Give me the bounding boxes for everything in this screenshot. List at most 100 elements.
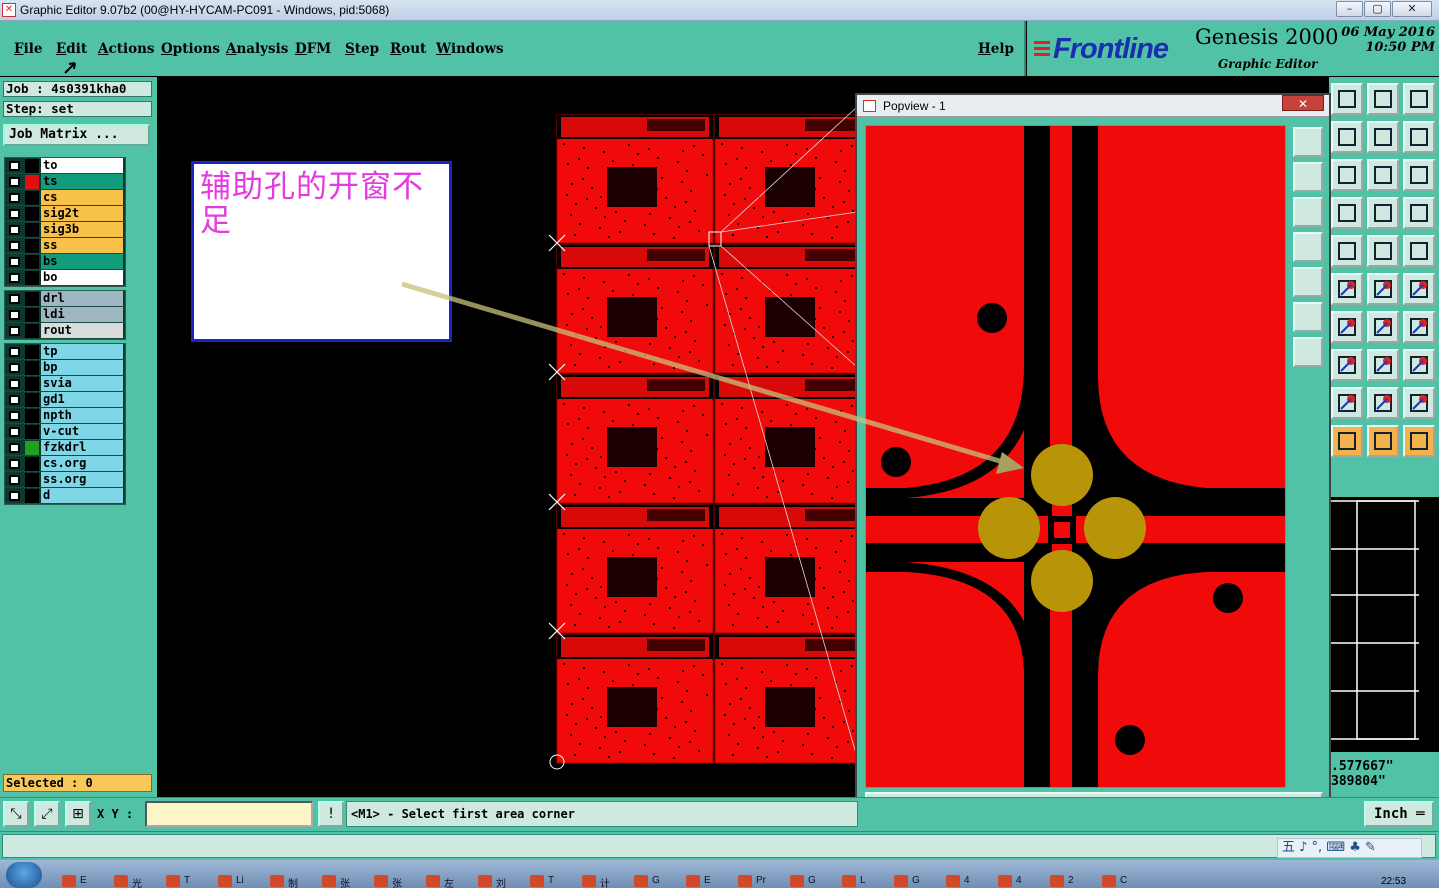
layer-row-rout[interactable]: rout [5,323,125,339]
layer-name[interactable]: npth [41,408,123,423]
popview-close-x-button[interactable]: ✕ [1282,95,1324,111]
popview-fit-button[interactable] [1293,302,1323,332]
arc2-icon[interactable] [1367,387,1399,419]
layer-checkbox[interactable] [9,241,20,251]
menu-file[interactable]: File [14,41,42,57]
ratio-icon[interactable] [1367,159,1399,191]
layer-row-svia[interactable]: svia [5,376,125,392]
menu-options[interactable]: Options [161,41,220,57]
taskbar-item[interactable]: G [788,875,816,888]
layer-row-d[interactable]: d [5,488,125,504]
start-button[interactable] [6,862,42,888]
grid-icon[interactable] [1331,197,1363,229]
pan-icon[interactable] [1331,159,1363,191]
layer-row-v-cut[interactable]: v-cut [5,424,125,440]
taskbar-item[interactable]: G [892,875,920,888]
menu-dfm[interactable]: DFM [295,41,331,57]
layer-name[interactable]: ss [41,238,123,253]
layer-color-swatch[interactable] [25,361,39,375]
layer-checkbox[interactable] [9,427,20,437]
close-window-button[interactable]: ✕ [1392,1,1432,17]
layer-row-npth[interactable]: npth [5,408,125,424]
menu-actions[interactable]: Actions [98,41,155,57]
measure-icon[interactable]: ⤢ [34,801,60,827]
taskbar-item[interactable]: T [164,875,190,888]
taskbar-item[interactable]: 计 [580,875,610,888]
layer-checkbox[interactable] [9,225,20,235]
alert-icon[interactable]: ! [318,801,344,827]
layer-name[interactable]: bs [41,254,123,269]
menu-step[interactable]: Step [345,41,379,57]
layer-row-ss[interactable]: ss [5,238,125,254]
layer-row-tp[interactable]: tp [5,344,125,360]
popview-pan-right-button[interactable] [1293,267,1323,297]
menu-analysis[interactable]: Analysis [226,41,288,57]
layer-name[interactable]: ts [41,174,123,189]
popview-home-button[interactable] [1293,337,1323,367]
popview-zoom-in-button[interactable] [1293,162,1323,192]
maximize-button[interactable]: ▢ [1364,1,1391,17]
select-icon[interactable] [1367,349,1399,381]
taskbar-item[interactable]: C [1100,875,1127,888]
layer-checkbox[interactable] [9,193,20,203]
popview-canvas[interactable] [865,125,1286,788]
snap-color2-icon[interactable] [1403,197,1435,229]
units-selector[interactable]: Inch ═ [1364,801,1434,827]
taskbar-item[interactable]: 张 [320,875,350,888]
layer-name[interactable]: v-cut [41,424,123,439]
layer-color-swatch[interactable] [25,255,39,269]
layer-name[interactable]: tp [41,344,123,359]
layer-checkbox[interactable] [9,257,20,267]
taskbar-item[interactable]: 4 [996,875,1022,888]
layer-checkbox[interactable] [9,379,20,389]
layer-color-swatch[interactable] [25,473,39,487]
layer-name[interactable]: fzkdrl [41,440,123,455]
command-input[interactable] [2,834,1436,858]
xy-input[interactable] [145,801,313,827]
taskbar-item[interactable]: 刘 [476,875,506,888]
layer-checkbox[interactable] [9,273,20,283]
taskbar-item[interactable]: G [632,875,660,888]
layer-name[interactable]: bp [41,360,123,375]
taskbar-item[interactable]: 4 [944,875,970,888]
layer-checkbox[interactable] [9,459,20,469]
layer-color-swatch[interactable] [25,159,39,173]
layer-checkbox[interactable] [9,209,20,219]
taskbar-item[interactable]: 左 [424,875,454,888]
arc-icon[interactable] [1331,387,1363,419]
layer-name[interactable]: d [41,488,123,503]
menu-windows[interactable]: Windows [436,41,504,57]
taskbar-item[interactable]: 2 [1048,875,1074,888]
popview-zoom-out-button[interactable] [1293,197,1323,227]
layout-icon[interactable] [1403,83,1435,115]
layer-row-ts[interactable]: ts [5,174,125,190]
draw-icon[interactable] [1331,235,1363,267]
taskbar-item[interactable]: Pr [736,875,766,888]
layer-color-swatch[interactable] [25,441,39,455]
layer-row-gd1[interactable]: gd1 [5,392,125,408]
layer-name[interactable]: cs [41,190,123,205]
layer-color-swatch[interactable] [25,191,39,205]
minimize-button[interactable]: – [1336,1,1363,17]
layer-row-fzkdrl[interactable]: fzkdrl [5,440,125,456]
layer-row-bp[interactable]: bp [5,360,125,376]
taskbar-item[interactable]: 制 [268,875,298,888]
shift-icon[interactable] [1331,121,1363,153]
taskbar-item[interactable]: 光 [112,875,142,888]
layer-row-sig3b[interactable]: sig3b [5,222,125,238]
edit-icon[interactable] [1331,311,1363,343]
menu-edit[interactable]: Edit [56,41,87,57]
layer-row-bs[interactable]: bs [5,254,125,270]
ruler-icon[interactable] [1367,235,1399,267]
layer-row-ss.org[interactable]: ss.org [5,472,125,488]
group-icon[interactable] [1403,349,1435,381]
layer-checkbox[interactable] [9,161,20,171]
arc3-icon[interactable] [1403,387,1435,419]
layer-color-swatch[interactable] [25,345,39,359]
route-icon[interactable] [1403,425,1435,457]
popview-zoom-window-button[interactable] [1293,127,1323,157]
pointer-icon[interactable] [1331,425,1363,457]
minus-icon[interactable] [1331,349,1363,381]
layer-color-swatch[interactable] [25,409,39,423]
layer-name[interactable]: to [41,158,123,173]
